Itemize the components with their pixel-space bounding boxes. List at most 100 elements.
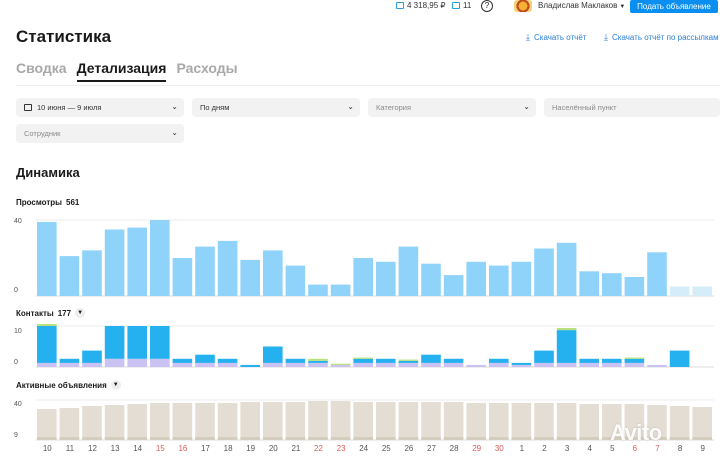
active-y-tick-min: 9 bbox=[14, 432, 18, 439]
contacts-bar-secondary bbox=[466, 364, 486, 367]
views-bar bbox=[579, 271, 599, 296]
active-y-tick-max: 40 bbox=[14, 401, 22, 408]
dynamics-charts: 40010040910 11 12 13 14 15 16 17 18 19 20 21 22 23 24 2… bbox=[14, 218, 714, 453]
x-tick-label: 17 bbox=[201, 444, 210, 453]
views-bar bbox=[669, 286, 690, 296]
active-bar bbox=[330, 401, 351, 440]
contacts-bar-primary bbox=[308, 360, 328, 363]
avito-watermark: Avito bbox=[610, 420, 662, 445]
contacts-bar-secondary bbox=[37, 362, 57, 367]
active-bar-base bbox=[534, 437, 554, 440]
active-bar-base bbox=[466, 437, 486, 440]
contacts-bar-secondary bbox=[330, 364, 351, 367]
active-bar bbox=[579, 404, 599, 440]
views-bar bbox=[195, 246, 215, 296]
x-tick-label: 15 bbox=[156, 444, 165, 453]
x-tick-label: 14 bbox=[133, 444, 142, 453]
contacts-bar-primary bbox=[421, 354, 441, 363]
x-tick-label: 1 bbox=[520, 444, 525, 453]
views-bar bbox=[602, 273, 622, 296]
x-tick-label: 24 bbox=[359, 444, 368, 453]
views-bar bbox=[376, 261, 396, 296]
active-bar bbox=[59, 408, 80, 440]
active-bar bbox=[556, 403, 577, 440]
views-bar bbox=[398, 246, 419, 296]
x-tick-label: 9 bbox=[700, 444, 705, 453]
contacts-bar-secondary bbox=[308, 362, 328, 367]
active-bar-base bbox=[150, 437, 170, 440]
x-tick-label: 8 bbox=[678, 444, 683, 453]
contacts-bar-tertiary bbox=[330, 363, 351, 365]
x-tick-label: 25 bbox=[382, 444, 391, 453]
active-bar-base bbox=[353, 437, 373, 440]
views-bar bbox=[466, 261, 486, 296]
active-bar bbox=[353, 402, 373, 440]
active-bar-base bbox=[285, 437, 306, 440]
contacts-bar-secondary bbox=[353, 362, 373, 367]
active-bar bbox=[217, 403, 238, 440]
active-bar-base bbox=[443, 437, 464, 440]
contacts-bar-primary bbox=[285, 358, 306, 363]
contacts-bar-secondary bbox=[82, 362, 102, 367]
views-bar bbox=[263, 250, 283, 296]
contacts-bar-tertiary bbox=[308, 358, 328, 361]
contacts-bar-primary bbox=[59, 358, 80, 363]
views-bar bbox=[489, 265, 509, 296]
active-bar-base bbox=[104, 437, 125, 440]
views-y-tick-min: 0 bbox=[14, 287, 18, 294]
active-bar bbox=[534, 403, 554, 440]
contacts-bar-primary bbox=[150, 326, 170, 359]
active-bar bbox=[195, 403, 215, 440]
x-tick-label: 26 bbox=[404, 444, 413, 453]
views-bar bbox=[443, 275, 464, 296]
views-bar bbox=[511, 261, 532, 296]
active-bar bbox=[82, 406, 102, 440]
contacts-bar-secondary bbox=[579, 362, 599, 367]
views-bar bbox=[82, 250, 102, 296]
active-bar-base bbox=[308, 437, 328, 440]
active-bar bbox=[398, 402, 419, 440]
x-tick-label: 12 bbox=[88, 444, 97, 453]
views-bar bbox=[59, 256, 80, 296]
active-bar-base bbox=[263, 437, 283, 440]
active-bar bbox=[489, 403, 509, 440]
x-tick-label: 30 bbox=[495, 444, 504, 453]
active-bar-base bbox=[421, 437, 441, 440]
views-bar bbox=[240, 259, 260, 296]
active-bar-base bbox=[376, 437, 396, 440]
x-tick-label: 11 bbox=[66, 444, 75, 453]
contacts-bar-tertiary bbox=[398, 359, 419, 361]
views-bar bbox=[308, 284, 328, 296]
x-tick-label: 13 bbox=[111, 444, 120, 453]
x-tick-label: 21 bbox=[291, 444, 300, 453]
x-tick-label: 4 bbox=[587, 444, 592, 453]
active-bar-base bbox=[82, 437, 102, 440]
active-bar-base bbox=[330, 437, 351, 440]
active-bar bbox=[240, 402, 260, 440]
contacts-bar-primary bbox=[443, 358, 464, 363]
active-bar-base bbox=[127, 437, 147, 440]
views-bar bbox=[647, 252, 667, 296]
active-bar-base bbox=[37, 437, 57, 440]
contacts-bar-tertiary bbox=[556, 328, 577, 331]
contacts-bar-primary bbox=[353, 358, 373, 363]
views-y-tick-max: 40 bbox=[14, 218, 22, 225]
contacts-bar-primary bbox=[82, 350, 102, 363]
active-bar-base bbox=[579, 437, 599, 440]
active-bar bbox=[37, 409, 57, 440]
active-bar bbox=[285, 402, 306, 440]
contacts-bar-primary bbox=[37, 326, 57, 363]
active-bar-base bbox=[240, 437, 260, 440]
contacts-bar-secondary bbox=[647, 364, 667, 367]
views-bar bbox=[37, 221, 57, 296]
contacts-bar-primary bbox=[263, 346, 283, 363]
active-bar bbox=[104, 405, 125, 440]
contacts-bar-secondary bbox=[172, 362, 193, 367]
views-bar bbox=[285, 265, 306, 296]
contacts-bar-tertiary bbox=[624, 357, 645, 359]
active-bar bbox=[511, 403, 532, 440]
active-bar-base bbox=[556, 437, 577, 440]
contacts-bar-secondary bbox=[489, 362, 509, 367]
views-bar bbox=[353, 258, 373, 296]
active-bar-base bbox=[195, 437, 215, 440]
